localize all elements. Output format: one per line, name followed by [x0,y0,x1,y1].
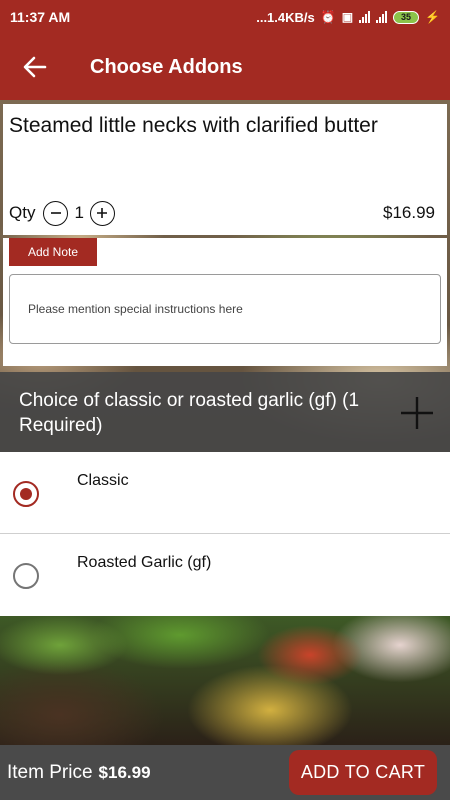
addon-option-classic[interactable]: Classic [0,452,450,534]
increase-qty-button[interactable] [89,200,115,226]
addon-group-header[interactable]: Choice of classic or roasted garlic (gf)… [0,372,450,452]
status-icons: ...1.4KB/s ⏰ ▣ 35 ⚡ [256,10,440,25]
alarm-icon: ⏰ [320,10,336,24]
arrow-left-icon [23,56,47,78]
app-bar: Choose Addons [0,34,450,100]
addon-group-title: Choice of classic or roasted garlic (gf)… [19,390,360,436]
quantity-row: Qty 1 $16.99 [9,200,435,226]
item-card: Steamed little necks with clarified butt… [3,104,447,235]
battery-icon: 35 [393,10,420,24]
status-bar: 11:37 AM ...1.4KB/s ⏰ ▣ 35 ⚡ [0,0,450,34]
signal-icon-2 [376,11,388,23]
volte-icon: ▣ [341,10,354,24]
option-label: Classic [77,472,129,489]
qty-value: 1 [74,203,84,222]
plus-icon [97,208,108,218]
charging-icon: ⚡ [425,10,440,24]
back-button[interactable] [0,34,70,100]
page-title: Choose Addons [90,55,243,78]
add-note-button[interactable]: Add Note [9,238,97,266]
bottom-bar: Item Price $16.99 ADD TO CART [0,745,450,800]
item-price-label: Item Price [7,761,93,783]
network-speed: ...1.4KB/s [256,9,315,25]
minus-icon [50,212,61,214]
food-image [0,615,450,745]
option-label: Roasted Garlic (gf) [77,554,212,571]
signal-icon [359,11,371,23]
decrease-qty-button[interactable] [43,200,69,226]
status-time: 11:37 AM [10,9,71,25]
item-price: $16.99 [383,203,435,222]
radio-button-checked[interactable] [13,481,39,507]
item-name: Steamed little necks with clarified butt… [9,114,378,137]
qty-label: Qty [9,203,36,222]
plus-icon [401,397,433,429]
expand-button[interactable] [400,396,434,430]
special-instructions-input[interactable] [9,274,441,344]
radio-button[interactable] [13,563,39,589]
add-to-cart-button[interactable]: ADD TO CART [289,750,437,795]
item-price-total: $16.99 [98,762,151,782]
note-section: Add Note [3,238,447,366]
addon-option-roasted-garlic[interactable]: Roasted Garlic (gf) [0,534,450,616]
